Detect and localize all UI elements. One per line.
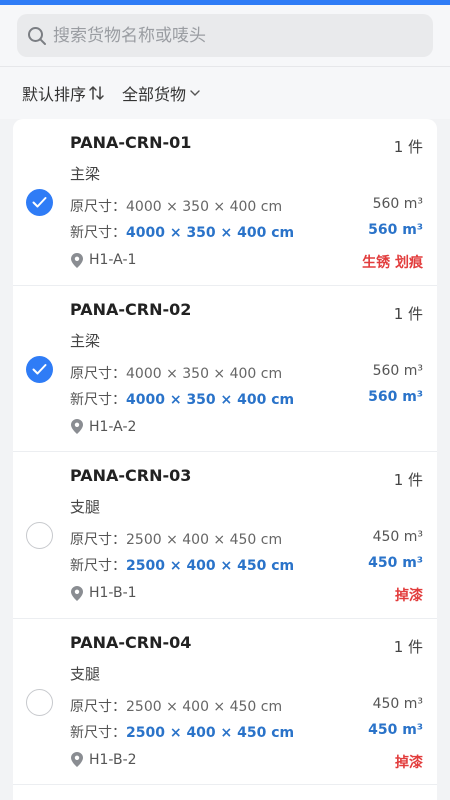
new-size-row: 新尺寸：2500 × 400 × 450 cm	[70, 722, 294, 742]
item-checkbox[interactable]	[26, 522, 53, 549]
location-code: H1-A-2	[89, 418, 137, 435]
cargo-code: PANA-CRN-01	[70, 133, 192, 152]
item-checkbox-checked[interactable]	[26, 189, 53, 216]
original-size-label: 原尺寸：	[70, 199, 126, 215]
original-size-value: 4000 × 350 × 400 cm	[126, 365, 283, 382]
new-size-value: 2500 × 400 × 450 cm	[126, 558, 295, 574]
location-pin-icon	[71, 585, 83, 601]
cargo-code: PANA-CRN-04	[70, 632, 192, 652]
new-size-value: 4000 × 350 × 400 cm	[126, 225, 295, 241]
original-size-label: 原尺寸：	[70, 698, 126, 715]
cargo-code: PANA-CRN-02	[70, 299, 192, 319]
item-checkbox[interactable]	[26, 688, 53, 716]
chevron-down-icon	[190, 90, 200, 96]
original-volume: 560 m³	[372, 196, 423, 212]
sort-filter-label: 默认排序	[22, 85, 87, 104]
location-row: H1-A-2	[71, 419, 136, 435]
original-size-label: 原尺寸：	[70, 365, 126, 382]
new-size-label: 新尺寸：	[70, 724, 126, 741]
search-icon	[28, 26, 46, 45]
sort-filter[interactable]: 默认排序	[22, 81, 106, 105]
filter-bar: 默认排序 全部货物	[22, 80, 202, 106]
location-pin-icon	[71, 752, 83, 767]
original-size-value: 2500 × 400 × 450 cm	[126, 698, 283, 715]
original-size-label: 原尺寸：	[70, 532, 126, 548]
cargo-item[interactable]: PANA-CRN-03 1 件 支腿 原尺寸：2500 × 400 × 450 …	[13, 452, 437, 619]
original-size-row: 原尺寸：4000 × 350 × 400 cm	[70, 363, 282, 383]
new-size-row: 新尺寸：4000 × 350 × 400 cm	[70, 389, 294, 409]
cargo-category: 支腿	[70, 664, 101, 683]
cargo-quantity: 1 件	[393, 637, 423, 656]
new-volume: 450 m³	[368, 555, 423, 571]
new-size-value: 4000 × 350 × 400 cm	[126, 391, 295, 408]
damage-tags: 生锈 划痕	[362, 255, 423, 271]
original-size-row: 原尺寸：2500 × 400 × 450 cm	[70, 529, 282, 549]
new-size-label: 新尺寸：	[70, 558, 126, 574]
header: 默认排序 全部货物	[0, 5, 450, 119]
original-size-row: 原尺寸：2500 × 400 × 450 cm	[70, 696, 282, 716]
location-code: H1-A-1	[89, 252, 137, 268]
location-code: H1-B-2	[89, 751, 137, 768]
category-filter[interactable]: 全部货物	[122, 81, 202, 105]
cargo-item[interactable]: PANA-CRN-04 1 件 支腿 原尺寸：2500 × 400 × 450 …	[13, 619, 437, 785]
cargo-item[interactable]: PANA-CRN-01 1 件 主梁 原尺寸：4000 × 350 × 400 …	[13, 119, 437, 286]
original-volume: 450 m³	[372, 695, 423, 712]
original-volume: 560 m³	[372, 362, 423, 379]
search-bar[interactable]	[17, 14, 433, 57]
cargo-quantity: 1 件	[393, 304, 423, 323]
new-size-row: 新尺寸：4000 × 350 × 400 cm	[70, 222, 294, 242]
cargo-quantity: 1 件	[393, 138, 423, 156]
original-size-value: 2500 × 400 × 450 cm	[126, 532, 283, 548]
cargo-category: 主梁	[70, 331, 101, 350]
new-size-value: 2500 × 400 × 450 cm	[126, 724, 295, 741]
location-pin-icon	[71, 419, 83, 434]
cargo-category: 支腿	[70, 498, 101, 516]
original-volume: 450 m³	[372, 529, 423, 545]
sort-icon	[89, 86, 104, 100]
original-size-value: 4000 × 350 × 400 cm	[126, 199, 283, 215]
cargo-quantity: 1 件	[393, 471, 423, 489]
item-checkbox-checked[interactable]	[26, 355, 53, 383]
damage-tags: 掉漆	[395, 588, 423, 604]
category-filter-label: 全部货物	[122, 85, 187, 104]
new-size-label: 新尺寸：	[70, 391, 126, 408]
cargo-item[interactable]: PANA-CRN-02 1 件 主梁 原尺寸：4000 × 350 × 400 …	[13, 286, 437, 452]
cargo-list: PANA-CRN-01 1 件 主梁 原尺寸：4000 × 350 × 400 …	[13, 119, 437, 800]
header-divider	[0, 66, 450, 67]
damage-tags: 掉漆	[395, 754, 423, 771]
cargo-category: 主梁	[70, 165, 101, 183]
location-pin-icon	[71, 252, 83, 268]
location-row: H1-A-1	[71, 252, 136, 268]
location-row: H1-B-1	[71, 585, 137, 601]
new-size-label: 新尺寸：	[70, 225, 126, 241]
location-code: H1-B-1	[89, 585, 137, 601]
search-input[interactable]	[53, 25, 413, 46]
checkmark-icon	[32, 363, 47, 374]
new-size-row: 新尺寸：2500 × 400 × 450 cm	[70, 555, 294, 575]
new-volume: 560 m³	[368, 222, 423, 238]
checkmark-icon	[32, 197, 47, 208]
new-volume: 560 m³	[368, 388, 423, 405]
location-row: H1-B-2	[71, 752, 137, 768]
cargo-code: PANA-CRN-03	[70, 466, 192, 485]
new-volume: 450 m³	[368, 721, 423, 738]
original-size-row: 原尺寸：4000 × 350 × 400 cm	[70, 196, 282, 216]
